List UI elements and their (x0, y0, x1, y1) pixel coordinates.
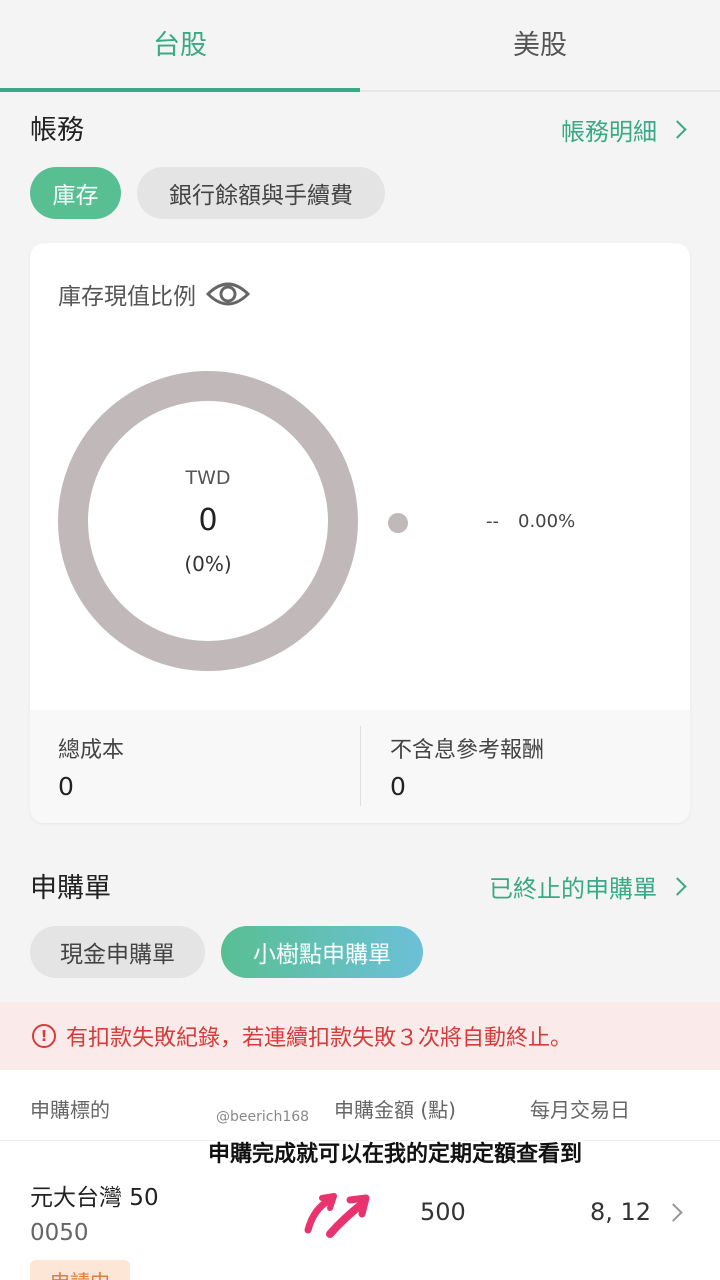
legend-percent: 0.00% (518, 511, 576, 532)
account-details-link[interactable]: 帳務明細 (561, 112, 687, 147)
reference-return-label: 不含息參考報酬 (390, 738, 545, 763)
deduction-warning-banner: ! 有扣款失敗紀錄，若連續扣款失敗３次將自動終止。 (0, 1002, 720, 1070)
chevron-right-icon (668, 120, 687, 139)
subscription-section-title: 申購單 (30, 873, 111, 904)
row-stock-name: 元大台灣 50 (30, 1185, 159, 1211)
watermark: @beerich168 (216, 1109, 310, 1125)
tab-tw-stock[interactable]: 台股 (0, 0, 360, 92)
header-amount: 申購金額 (點) (334, 1098, 456, 1122)
account-section-title: 帳務 (30, 115, 84, 146)
pill-points-orders[interactable]: 小樹點申購單 (221, 926, 423, 978)
inventory-ratio-title: 庫存現值比例 (58, 284, 196, 310)
pointer-arrow-icon (304, 1193, 370, 1238)
donut-total: 0 (198, 502, 218, 538)
chevron-right-icon (664, 1203, 683, 1222)
pill-cash-orders[interactable]: 現金申購單 (30, 926, 205, 978)
tab-us-stock[interactable]: 美股 (360, 0, 720, 90)
eye-icon[interactable] (206, 280, 250, 308)
header-trade-day: 每月交易日 (530, 1098, 630, 1122)
total-cost-value: 0 (58, 772, 74, 801)
legend-dot (388, 513, 408, 533)
warning-text: 有扣款失敗紀錄，若連續扣款失敗３次將自動終止。 (66, 1026, 573, 1051)
market-tabs: 台股 美股 (0, 0, 720, 92)
row-stock-code: 0050 (30, 1220, 89, 1246)
subscription-table: 申購標的 申購金額 (點) 每月交易日 元大台灣 50 0050 500 8, … (0, 1070, 720, 1280)
card-summary: 總成本 0 不含息參考報酬 0 (30, 710, 690, 823)
pill-bank-balance-fees[interactable]: 銀行餘額與手續費 (137, 167, 385, 219)
alert-icon: ! (32, 1024, 56, 1048)
row-amount: 500 (420, 1198, 466, 1226)
inventory-card: 庫存現值比例 TWD 0 (0%) -- 0.00% 總成本 0 不含息參考報酬… (30, 243, 690, 823)
donut-center: TWD 0 (0%) (58, 371, 358, 671)
terminated-orders-label: 已終止的申購單 (489, 875, 657, 903)
total-cost-label: 總成本 (58, 738, 125, 763)
summary-divider (360, 726, 361, 806)
header-target: 申購標的 (30, 1098, 110, 1122)
pill-inventory[interactable]: 庫存 (30, 167, 121, 219)
terminated-orders-link[interactable]: 已終止的申購單 (489, 869, 687, 904)
account-details-label: 帳務明細 (561, 118, 657, 146)
inventory-ratio-header: 庫存現值比例 (58, 277, 250, 311)
row-trade-days: 8, 12 (590, 1198, 652, 1226)
donut-percent: (0%) (184, 551, 232, 576)
reference-return-value: 0 (390, 772, 406, 801)
status-badge: 申請中 (30, 1260, 130, 1280)
donut-currency: TWD (185, 466, 231, 489)
legend-name: -- (486, 511, 499, 532)
video-subtitle: 申購完成就可以在我的定期定額查看到 (208, 1142, 583, 1167)
chevron-right-icon (668, 877, 687, 896)
